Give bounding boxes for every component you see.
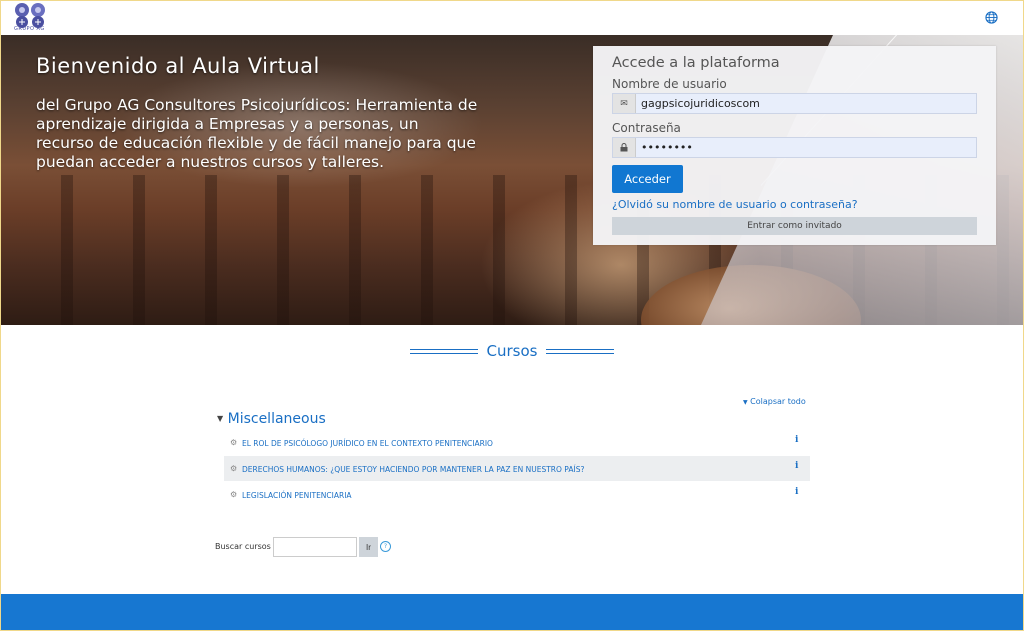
- info-icon[interactable]: i: [795, 487, 798, 497]
- course-item[interactable]: ⚙ LEGISLACIÓN PENITENCIARIA i: [224, 482, 810, 507]
- courses-section-title: Cursos: [1, 342, 1023, 360]
- category-label: Miscellaneous: [227, 411, 326, 427]
- login-title: Accede a la plataforma: [612, 55, 780, 71]
- caret-down-icon: ▼: [217, 414, 224, 423]
- course-item[interactable]: ⚙ EL ROL DE PSICÓLOGO JURÍDICO EN EL CON…: [224, 430, 810, 455]
- username-field: ✉: [612, 93, 977, 114]
- password-field: [612, 137, 977, 158]
- forgot-password-link[interactable]: ¿Olvidó su nombre de usuario o contraseñ…: [612, 198, 858, 211]
- globe-icon[interactable]: [985, 11, 998, 24]
- password-label: Contraseña: [612, 121, 681, 135]
- category-miscellaneous[interactable]: ▼ Miscellaneous: [217, 411, 326, 427]
- search-courses-input[interactable]: [273, 537, 357, 557]
- courses-title-text: Cursos: [486, 342, 538, 360]
- page-footer: [1, 594, 1023, 630]
- welcome-description: del Grupo AG Consultores Psicojurídicos:…: [36, 96, 478, 171]
- search-courses-label: Buscar cursos: [215, 542, 271, 551]
- envelope-icon: ✉: [613, 94, 636, 113]
- title-decor-left: [409, 349, 478, 354]
- lock-icon: [613, 138, 636, 157]
- course-icon: ⚙: [230, 464, 238, 473]
- top-navbar: GRUPO AG: [1, 1, 1023, 35]
- course-item[interactable]: ⚙ DERECHOS HUMANOS: ¿QUE ESTOY HACIENDO …: [224, 456, 810, 481]
- course-title[interactable]: EL ROL DE PSICÓLOGO JURÍDICO EN EL CONTE…: [242, 439, 493, 448]
- course-title[interactable]: LEGISLACIÓN PENITENCIARIA: [242, 491, 352, 500]
- login-button[interactable]: Acceder: [612, 165, 683, 193]
- course-icon: ⚙: [230, 490, 238, 499]
- course-icon: ⚙: [230, 438, 238, 447]
- caret-down-icon: ▼: [743, 399, 748, 406]
- guest-login-button[interactable]: Entrar como invitado: [612, 217, 977, 235]
- title-decor-right: [546, 349, 615, 354]
- search-go-button[interactable]: Ir: [359, 537, 378, 557]
- login-panel: Accede a la plataforma Nombre de usuario…: [593, 46, 996, 245]
- logo-caption: GRUPO AG: [14, 26, 45, 32]
- username-input[interactable]: [641, 96, 961, 111]
- username-label: Nombre de usuario: [612, 77, 727, 91]
- collapse-all-link[interactable]: ▼ Colapsar todo: [743, 397, 806, 406]
- info-icon[interactable]: i: [795, 435, 798, 445]
- collapse-all-label: Colapsar todo: [750, 397, 806, 406]
- info-icon[interactable]: i: [795, 461, 798, 471]
- password-input[interactable]: [641, 140, 961, 155]
- welcome-heading: Bienvenido al Aula Virtual: [36, 54, 320, 78]
- course-title[interactable]: DERECHOS HUMANOS: ¿QUE ESTOY HACIENDO PO…: [242, 465, 584, 474]
- help-icon[interactable]: ?: [380, 541, 391, 552]
